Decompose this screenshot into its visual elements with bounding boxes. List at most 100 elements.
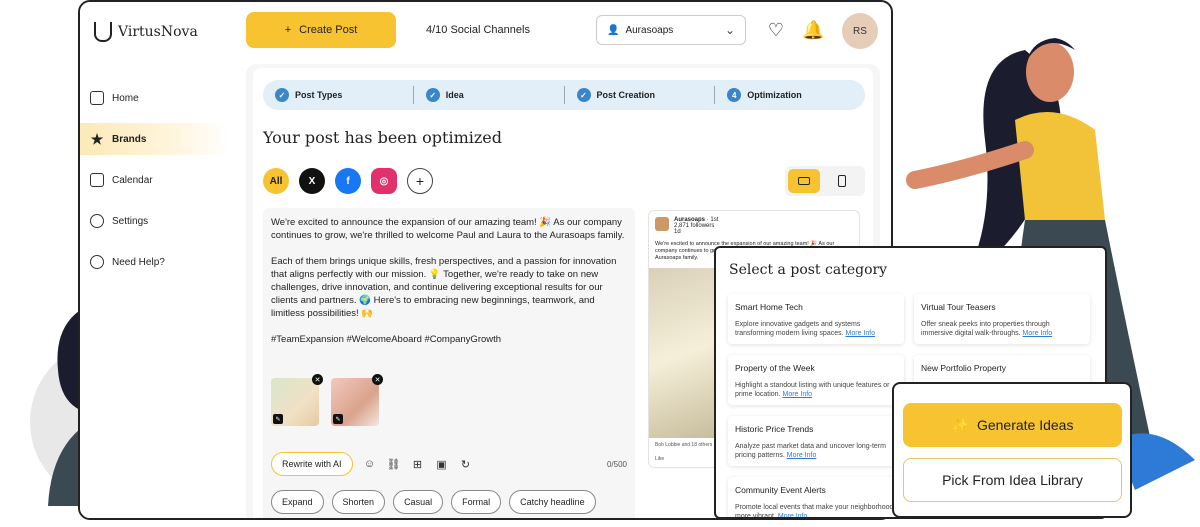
sidebar-item-brands[interactable]: ★ Brands [80,123,230,155]
chip-casual[interactable]: Casual [393,490,444,514]
help-icon [90,255,104,269]
step-number: 4 [727,88,742,102]
check-icon: ✓ [425,88,440,102]
sidebar-item-label: Need Help? [112,256,165,268]
brand-select[interactable]: 👤 Aurasoaps ⌄ [596,15,746,45]
desktop-view-button[interactable] [788,169,820,193]
sidebar-item-label: Settings [112,215,149,227]
edit-icon[interactable]: ✎ [273,414,283,424]
instagram-icon[interactable]: ◎ [371,168,397,194]
create-post-button[interactable]: + Create Post [246,12,396,48]
chip-shorten[interactable]: Shorten [331,490,386,514]
sidebar-nav: Home ★ Brands Calendar Settings Need Hel… [80,82,230,287]
idea-panel: ✨ Generate Ideas Pick From Idea Library [892,382,1132,518]
step-idea[interactable]: ✓ Idea [414,86,565,104]
preview-meta: Aurasoaps · 1st 2,871 followers 1d [674,217,719,235]
close-icon[interactable]: ✕ [372,374,383,385]
preview-header: Aurasoaps · 1st 2,871 followers 1d [649,211,859,241]
category-name: Smart Home Tech [735,302,803,312]
more-info-link[interactable]: More Info [787,452,817,459]
category-desc: Promote local events that make your neig… [735,504,897,519]
category-card-historic-price-trends[interactable]: Historic Price Trends Analyze past marke… [728,416,904,466]
refresh-icon[interactable]: ↻ [459,458,473,471]
image-icon[interactable]: ▣ [435,458,449,471]
heart-icon[interactable]: ♡ [766,20,786,40]
check-icon: ✓ [275,88,289,102]
phone-icon [838,175,846,187]
chip-formal[interactable]: Formal [451,490,502,514]
emoji-icon[interactable]: ☺ [363,458,377,470]
link-icon[interactable]: ⛓ [387,458,401,471]
category-card-property-of-the-week[interactable]: Property of the Week Highlight a standou… [728,355,904,405]
gear-icon [90,214,104,228]
plus-icon: + [284,24,292,36]
sidebar-item-label: Calendar [112,174,153,186]
step-post-creation[interactable]: ✓ Post Creation [565,86,716,104]
generate-ideas-label: Generate Ideas [976,417,1074,433]
sidebar-item-help[interactable]: Need Help? [80,246,230,278]
editor-toolbar: Rewrite with AI ☺ ⛓ ⊞ ▣ ↻ 0/500 [271,452,627,476]
x-icon[interactable]: X [299,168,325,194]
rewrite-with-ai-button[interactable]: Rewrite with AI [271,452,353,476]
category-card-virtual-tour-teasers[interactable]: Virtual Tour Teasers Offer sneak peeks i… [914,294,1090,344]
topbar: + Create Post 4/10 Social Channels 👤 Aur… [230,2,891,60]
media-thumbnail[interactable]: ✕ ✎ [271,374,323,426]
close-icon[interactable]: ✕ [312,374,323,385]
ai-icon[interactable]: ⊞ [411,458,425,471]
step-label: Optimization [747,90,802,100]
chip-catchy-headline[interactable]: Catchy headline [509,490,596,514]
category-name: Community Event Alerts [735,485,826,495]
preview-time: 1d [674,229,681,235]
view-toggle [785,166,865,196]
mobile-view-button[interactable] [826,169,858,193]
category-desc: Analyze past market data and uncover lon… [735,443,886,459]
user-icon: 👤 [607,24,620,36]
avatar[interactable]: RS [842,13,878,49]
category-name: Property of the Week [735,363,815,373]
category-card-smart-home-tech[interactable]: Smart Home Tech Explore innovative gadge… [728,294,904,344]
generate-ideas-button[interactable]: ✨ Generate Ideas [903,403,1122,447]
facebook-icon[interactable]: f [335,168,361,194]
category-desc: Explore innovative gadgets and systems t… [735,321,876,337]
create-post-label: Create Post [299,24,358,36]
category-name: New Portfolio Property [921,363,1007,373]
sparkle-icon: ✨ [951,416,969,433]
step-optimization[interactable]: 4 Optimization [715,86,865,104]
pick-from-idea-library-button[interactable]: Pick From Idea Library [903,458,1122,502]
add-channel-button[interactable]: + [407,168,433,194]
edit-icon[interactable]: ✎ [333,414,343,424]
brand-select-value: Aurasoaps [625,24,674,36]
category-card-community-event-alerts[interactable]: Community Event Alerts Promote local eve… [728,477,904,519]
sidebar-item-label: Brands [112,133,147,145]
check-icon: ✓ [576,88,591,102]
star-icon: ★ [90,131,104,147]
step-label: Idea [445,90,464,100]
media-thumbnail[interactable]: ✕ ✎ [331,374,383,426]
category-desc: Highlight a standout listing with unique… [735,382,890,398]
bell-icon[interactable]: 🔔 [802,20,824,40]
rewrite-chips: Expand Shorten Casual Formal Catchy head… [271,490,596,514]
post-text[interactable]: We're excited to announce the expansion … [271,216,627,346]
more-info-link[interactable]: More Info [846,330,876,337]
channels-count: 4/10 Social Channels [426,24,530,36]
logo-mark-icon [94,22,112,42]
chip-expand[interactable]: Expand [271,490,324,514]
filter-all-button[interactable]: All [263,168,289,194]
more-info-link[interactable]: More Info [778,513,808,517]
sidebar-item-label: Home [112,92,139,104]
more-info-link[interactable]: More Info [782,391,812,398]
category-desc: Offer sneak peeks into properties throug… [921,321,1053,337]
category-panel-title: Select a post category [729,262,888,278]
sidebar-item-calendar[interactable]: Calendar [80,164,230,196]
post-editor[interactable]: We're excited to announce the expansion … [263,208,635,518]
sidebar-item-settings[interactable]: Settings [80,205,230,237]
step-label: Post Creation [596,90,656,100]
media-thumbnails: ✕ ✎ ✕ ✎ [271,374,383,426]
home-icon [90,91,104,105]
sidebar-item-home[interactable]: Home [80,82,230,114]
more-info-link[interactable]: More Info [1023,330,1053,337]
category-name: Virtual Tour Teasers [921,302,996,312]
calendar-icon [90,173,104,187]
step-post-types[interactable]: ✓ Post Types [263,86,414,104]
sidebar: VirtusNova Home ★ Brands Calendar Settin… [80,2,230,518]
